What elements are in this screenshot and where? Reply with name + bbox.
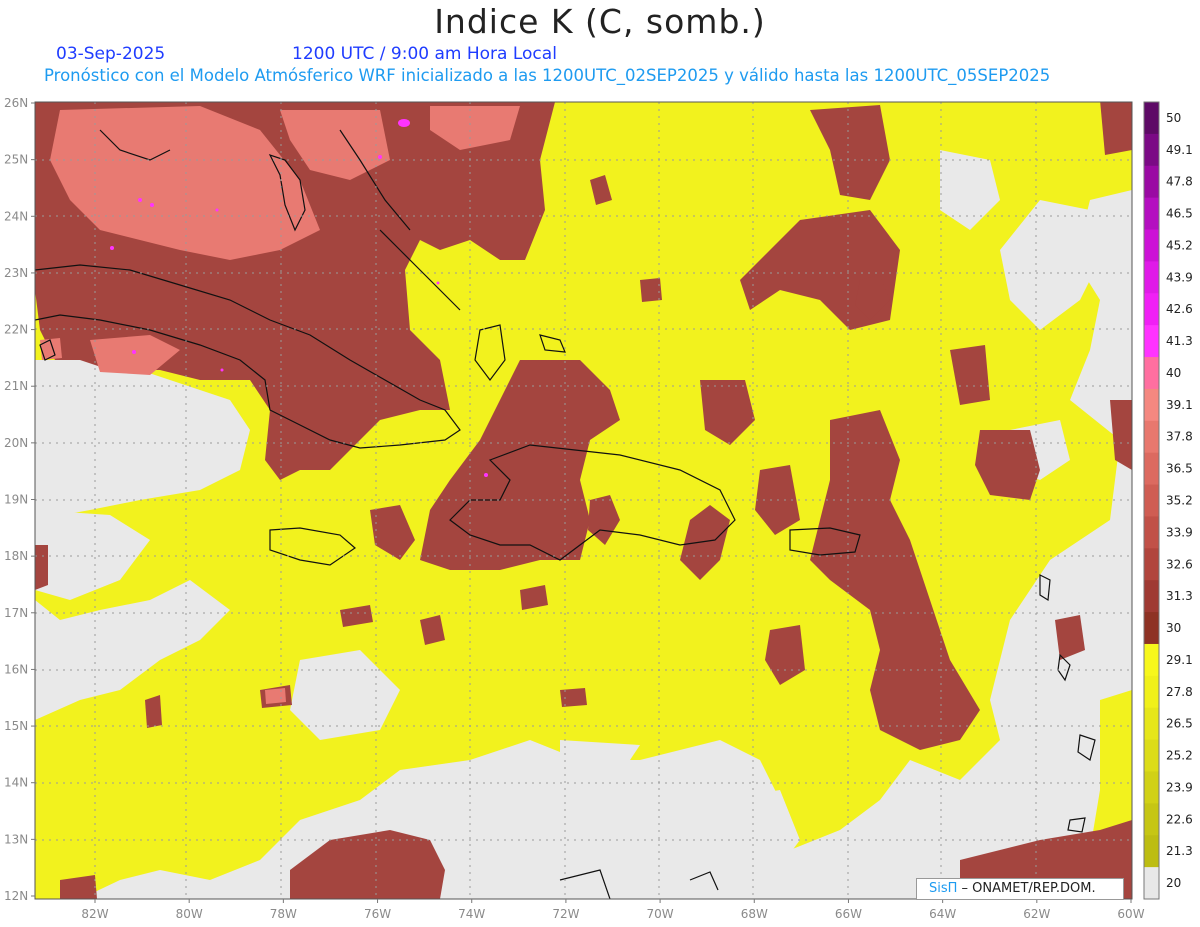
latitude-labels: 26N 25N 24N 23N 22N 21N 20N 19N 18N 17N 16N 15N 14N 1… (4, 96, 35, 903)
colorbar-label: 35.2 (1166, 494, 1193, 508)
colorbar-label: 32.6 (1166, 557, 1193, 571)
colorbar-swatch (1144, 771, 1159, 804)
colorbar-label: 37.8 (1166, 430, 1193, 444)
colorbar-label: 42.6 (1166, 302, 1193, 316)
lat-label: 24N (4, 209, 28, 223)
lon-label: 80W (176, 907, 203, 921)
lat-label: 23N (4, 266, 28, 280)
colorbar-label: 33.9 (1166, 525, 1193, 539)
colorbar-label: 26.5 (1166, 717, 1193, 731)
lon-label: 74W (458, 907, 485, 921)
colorbar-label: 21.3 (1166, 844, 1193, 858)
lat-label: 22N (4, 323, 28, 337)
lat-label: 25N (4, 153, 28, 167)
colorbar-swatch (1144, 835, 1159, 868)
lon-label: 82W (81, 907, 108, 921)
colorbar-label: 22.6 (1166, 812, 1193, 826)
lon-label: 68W (741, 907, 768, 921)
colorbar-swatch (1144, 739, 1159, 772)
colorbar-label: 36.5 (1166, 462, 1193, 476)
colorbar-label: 31.3 (1166, 589, 1193, 603)
colorbar-swatch (1144, 388, 1159, 422)
colorbar-label: 30 (1166, 621, 1181, 635)
colorbar-label: 27.8 (1166, 685, 1193, 699)
colorbar-swatch (1144, 133, 1159, 167)
lon-label: 72W (552, 907, 579, 921)
lat-label: 26N (4, 96, 28, 110)
colorbar-label: 47.8 (1166, 175, 1193, 189)
colorbar-label: 41.3 (1166, 334, 1193, 348)
lat-label: 19N (4, 493, 28, 507)
colorbar: 50 49.1 47.8 46.5 45.2 43.9 42.6 41.3 40 39.1 37.8… (1143, 101, 1193, 900)
colorbar-label: 29.1 (1166, 653, 1193, 667)
colorbar-swatch (1144, 643, 1159, 677)
lat-label: 12N (4, 889, 28, 903)
credit-text: – ONAMET/REP.DOM. (957, 881, 1096, 896)
lat-label: 15N (4, 719, 28, 733)
weather-map: 26N 25N 24N 23N 22N 21N 20N 19N 18N 17N 16N 15N 14N 1… (4, 96, 1193, 921)
lon-label: 78W (270, 907, 297, 921)
lon-label: 76W (364, 907, 391, 921)
colorbar-swatch (1144, 420, 1159, 454)
lon-label: 66W (835, 907, 862, 921)
lon-label: 64W (929, 907, 956, 921)
colorbar-swatch (1144, 707, 1159, 741)
sispi-logo: SisΠ (929, 881, 958, 896)
colorbar-swatch (1144, 484, 1159, 517)
lat-label: 20N (4, 436, 28, 450)
colorbar-label: 23.9 (1166, 780, 1193, 794)
colorbar-swatch (1144, 229, 1159, 262)
colorbar-swatch (1144, 867, 1159, 900)
map-field (35, 102, 1132, 899)
colorbar-label: 40 (1166, 366, 1181, 380)
colorbar-label: 20 (1166, 876, 1181, 890)
colorbar-swatch (1144, 357, 1159, 390)
lat-label: 13N (4, 832, 28, 846)
credit-box: SisΠ – ONAMET/REP.DOM. (916, 878, 1124, 900)
colorbar-swatch (1144, 197, 1159, 231)
lat-label: 14N (4, 776, 28, 790)
colorbar-swatch (1144, 261, 1159, 294)
colorbar-swatch (1144, 102, 1159, 135)
lon-label: 60W (1117, 907, 1144, 921)
colorbar-swatch (1144, 580, 1159, 613)
colorbar-label: 49.1 (1166, 143, 1193, 157)
colorbar-swatch (1144, 548, 1159, 581)
lat-label: 21N (4, 379, 28, 393)
lat-label: 18N (4, 549, 28, 563)
colorbar-label: 43.9 (1166, 270, 1193, 284)
colorbar-swatch (1144, 612, 1159, 645)
colorbar-label: 50 (1166, 111, 1181, 125)
colorbar-label: 45.2 (1166, 238, 1193, 252)
colorbar-swatch (1144, 803, 1159, 836)
lon-label: 62W (1023, 907, 1050, 921)
lat-label: 16N (4, 662, 28, 676)
colorbar-swatch (1144, 325, 1159, 358)
lon-label: 70W (647, 907, 674, 921)
colorbar-swatch (1144, 452, 1159, 486)
colorbar-label: 39.1 (1166, 398, 1193, 412)
colorbar-label: 46.5 (1166, 207, 1193, 221)
colorbar-swatch (1144, 675, 1159, 709)
longitude-labels: 82W 80W 78W 76W 74W 72W 70W 68W 66W 64W 62W 60W (81, 899, 1145, 921)
colorbar-swatch (1144, 165, 1159, 199)
colorbar-swatch (1144, 516, 1159, 549)
lat-label: 17N (4, 606, 28, 620)
colorbar-swatch (1144, 293, 1159, 326)
colorbar-label: 25.2 (1166, 749, 1193, 763)
